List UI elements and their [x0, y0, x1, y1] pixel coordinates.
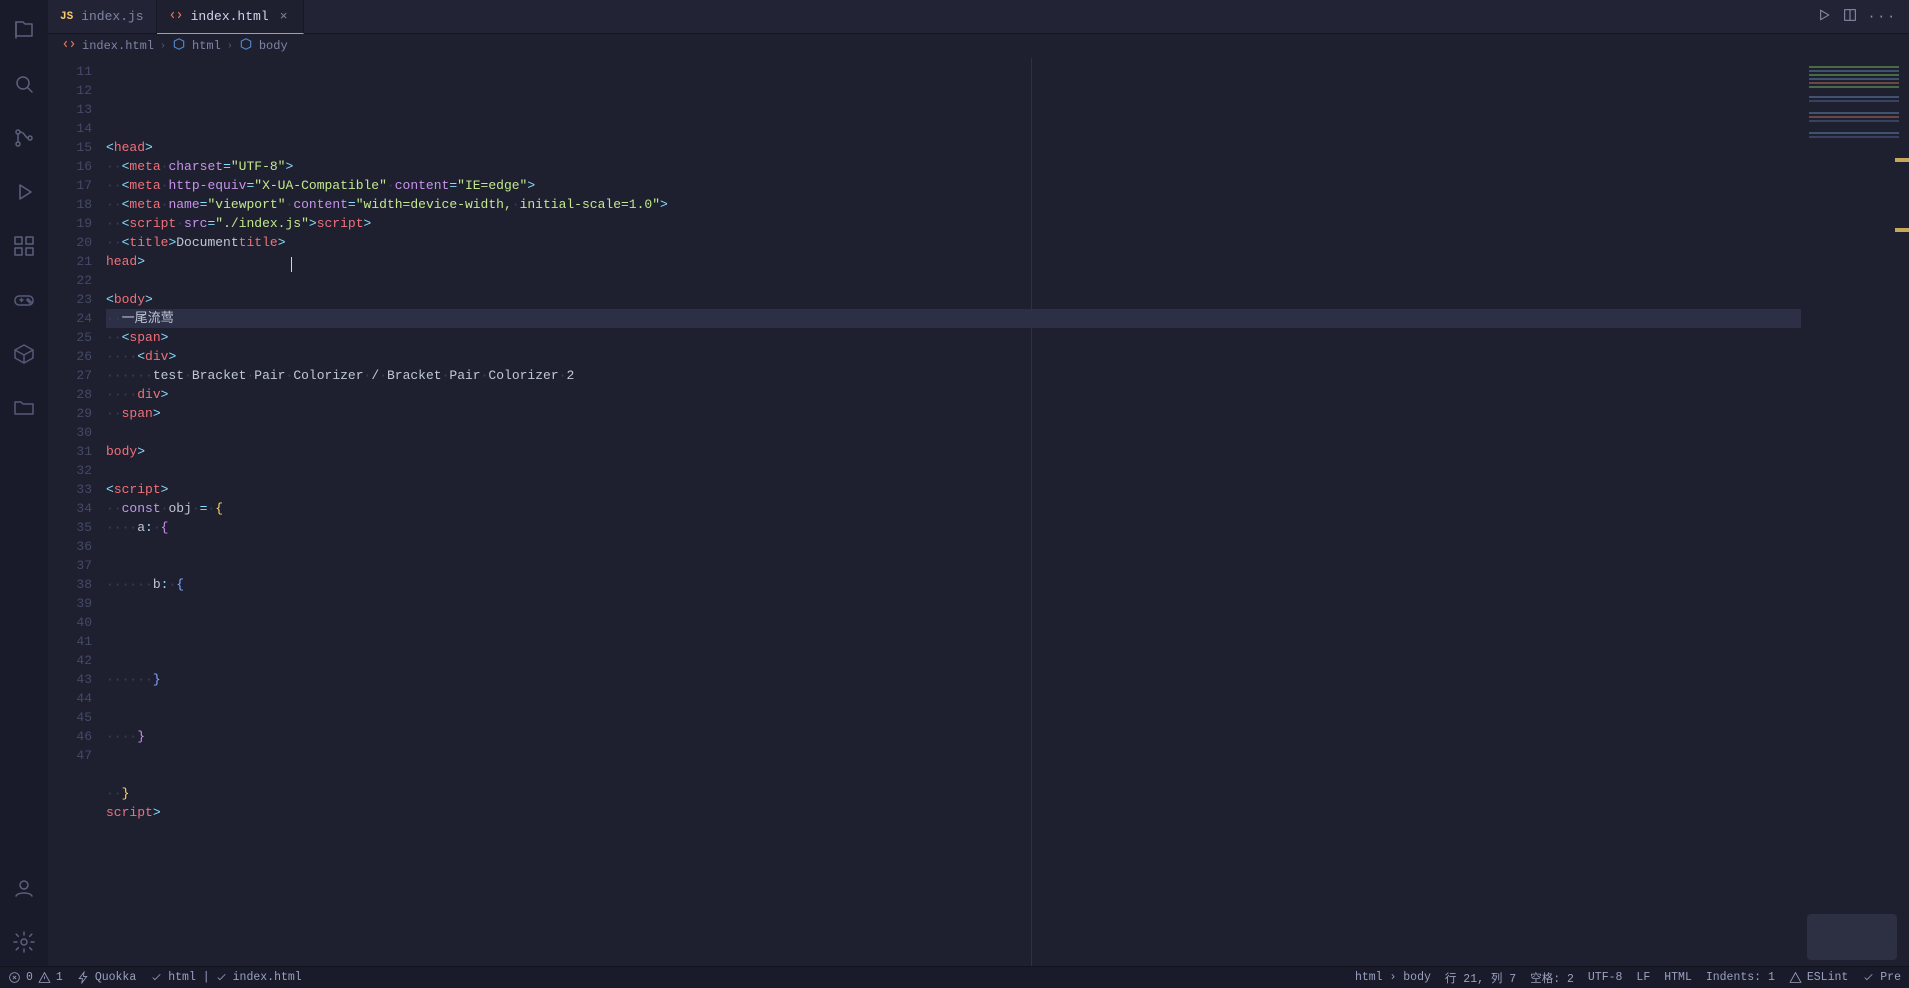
chevron-right-icon: › [227, 41, 233, 52]
status-encoding[interactable]: UTF-8 [1588, 971, 1623, 984]
watermark-logo [1807, 914, 1897, 960]
status-label: html | [168, 971, 209, 984]
folder-icon[interactable] [0, 384, 48, 432]
search-icon[interactable] [0, 60, 48, 108]
tab-label: index.js [81, 9, 143, 24]
status-spaces[interactable]: 空格: 2 [1530, 970, 1574, 986]
status-language[interactable]: HTML [1664, 971, 1692, 984]
text-cursor-indicator [291, 257, 292, 272]
breadcrumb-segment[interactable]: html [192, 39, 221, 53]
js-file-icon: JS [60, 11, 73, 23]
status-label: index.html [233, 971, 302, 984]
tabs-row: JS index.js index.html × ··· [48, 0, 1909, 34]
status-line-col[interactable]: 行 21, 列 7 [1445, 970, 1516, 986]
editor-actions: ··· [1816, 0, 1909, 33]
game-icon[interactable] [0, 276, 48, 324]
breadcrumb-file: index.html [82, 39, 154, 53]
app-root: JS index.js index.html × ··· index [0, 0, 1909, 988]
chevron-right-icon: › [160, 41, 166, 52]
cube-icon [239, 37, 253, 55]
error-count: 0 [26, 971, 33, 984]
editor-body[interactable]: 1112131415161718192021222324252627282930… [48, 58, 1909, 966]
status-prettier-file[interactable]: html | index.html [150, 971, 301, 984]
main-row: JS index.js index.html × ··· index [0, 0, 1909, 966]
run-debug-icon[interactable] [0, 168, 48, 216]
scroll-marker-overlay [1895, 58, 1909, 966]
line-number-gutter: 1112131415161718192021222324252627282930… [48, 58, 106, 966]
minimap[interactable] [1801, 58, 1909, 966]
status-selector[interactable]: html › body [1355, 971, 1431, 984]
source-control-icon[interactable] [0, 114, 48, 162]
status-quokka-label: Quokka [95, 971, 136, 984]
status-problems[interactable]: 0 1 [8, 971, 63, 984]
status-indents[interactable]: Indents: 1 [1706, 971, 1775, 984]
html-file-icon [62, 37, 76, 55]
account-icon[interactable] [0, 864, 48, 912]
breadcrumb[interactable]: index.html › html › body [48, 34, 1909, 58]
extensions-icon[interactable] [0, 222, 48, 270]
status-prettier[interactable]: Pre [1862, 971, 1901, 984]
status-bar: 0 1 Quokka html | index.html html › body… [0, 966, 1909, 988]
status-quokka[interactable]: Quokka [77, 971, 136, 984]
editor-area: JS index.js index.html × ··· index [48, 0, 1909, 966]
more-actions-icon[interactable]: ··· [1868, 9, 1897, 24]
activity-bar [0, 0, 48, 966]
tab-index-html[interactable]: index.html × [157, 0, 304, 34]
split-editor-icon[interactable] [1842, 7, 1858, 27]
code-content[interactable]: <head>··<meta·charset="UTF-8">··<meta·ht… [106, 58, 1801, 966]
package-icon[interactable] [0, 330, 48, 378]
explorer-icon[interactable] [0, 6, 48, 54]
tab-label: index.html [191, 9, 269, 24]
settings-gear-icon[interactable] [0, 918, 48, 966]
breadcrumb-segment[interactable]: body [259, 39, 288, 53]
tab-index-js[interactable]: JS index.js [48, 0, 157, 33]
close-icon[interactable]: × [277, 9, 291, 24]
html-file-icon [169, 8, 183, 26]
run-icon[interactable] [1816, 7, 1832, 27]
status-eslint[interactable]: ESLint [1789, 971, 1848, 984]
cube-icon [172, 37, 186, 55]
warning-count: 1 [56, 971, 63, 984]
status-eol[interactable]: LF [1636, 971, 1650, 984]
